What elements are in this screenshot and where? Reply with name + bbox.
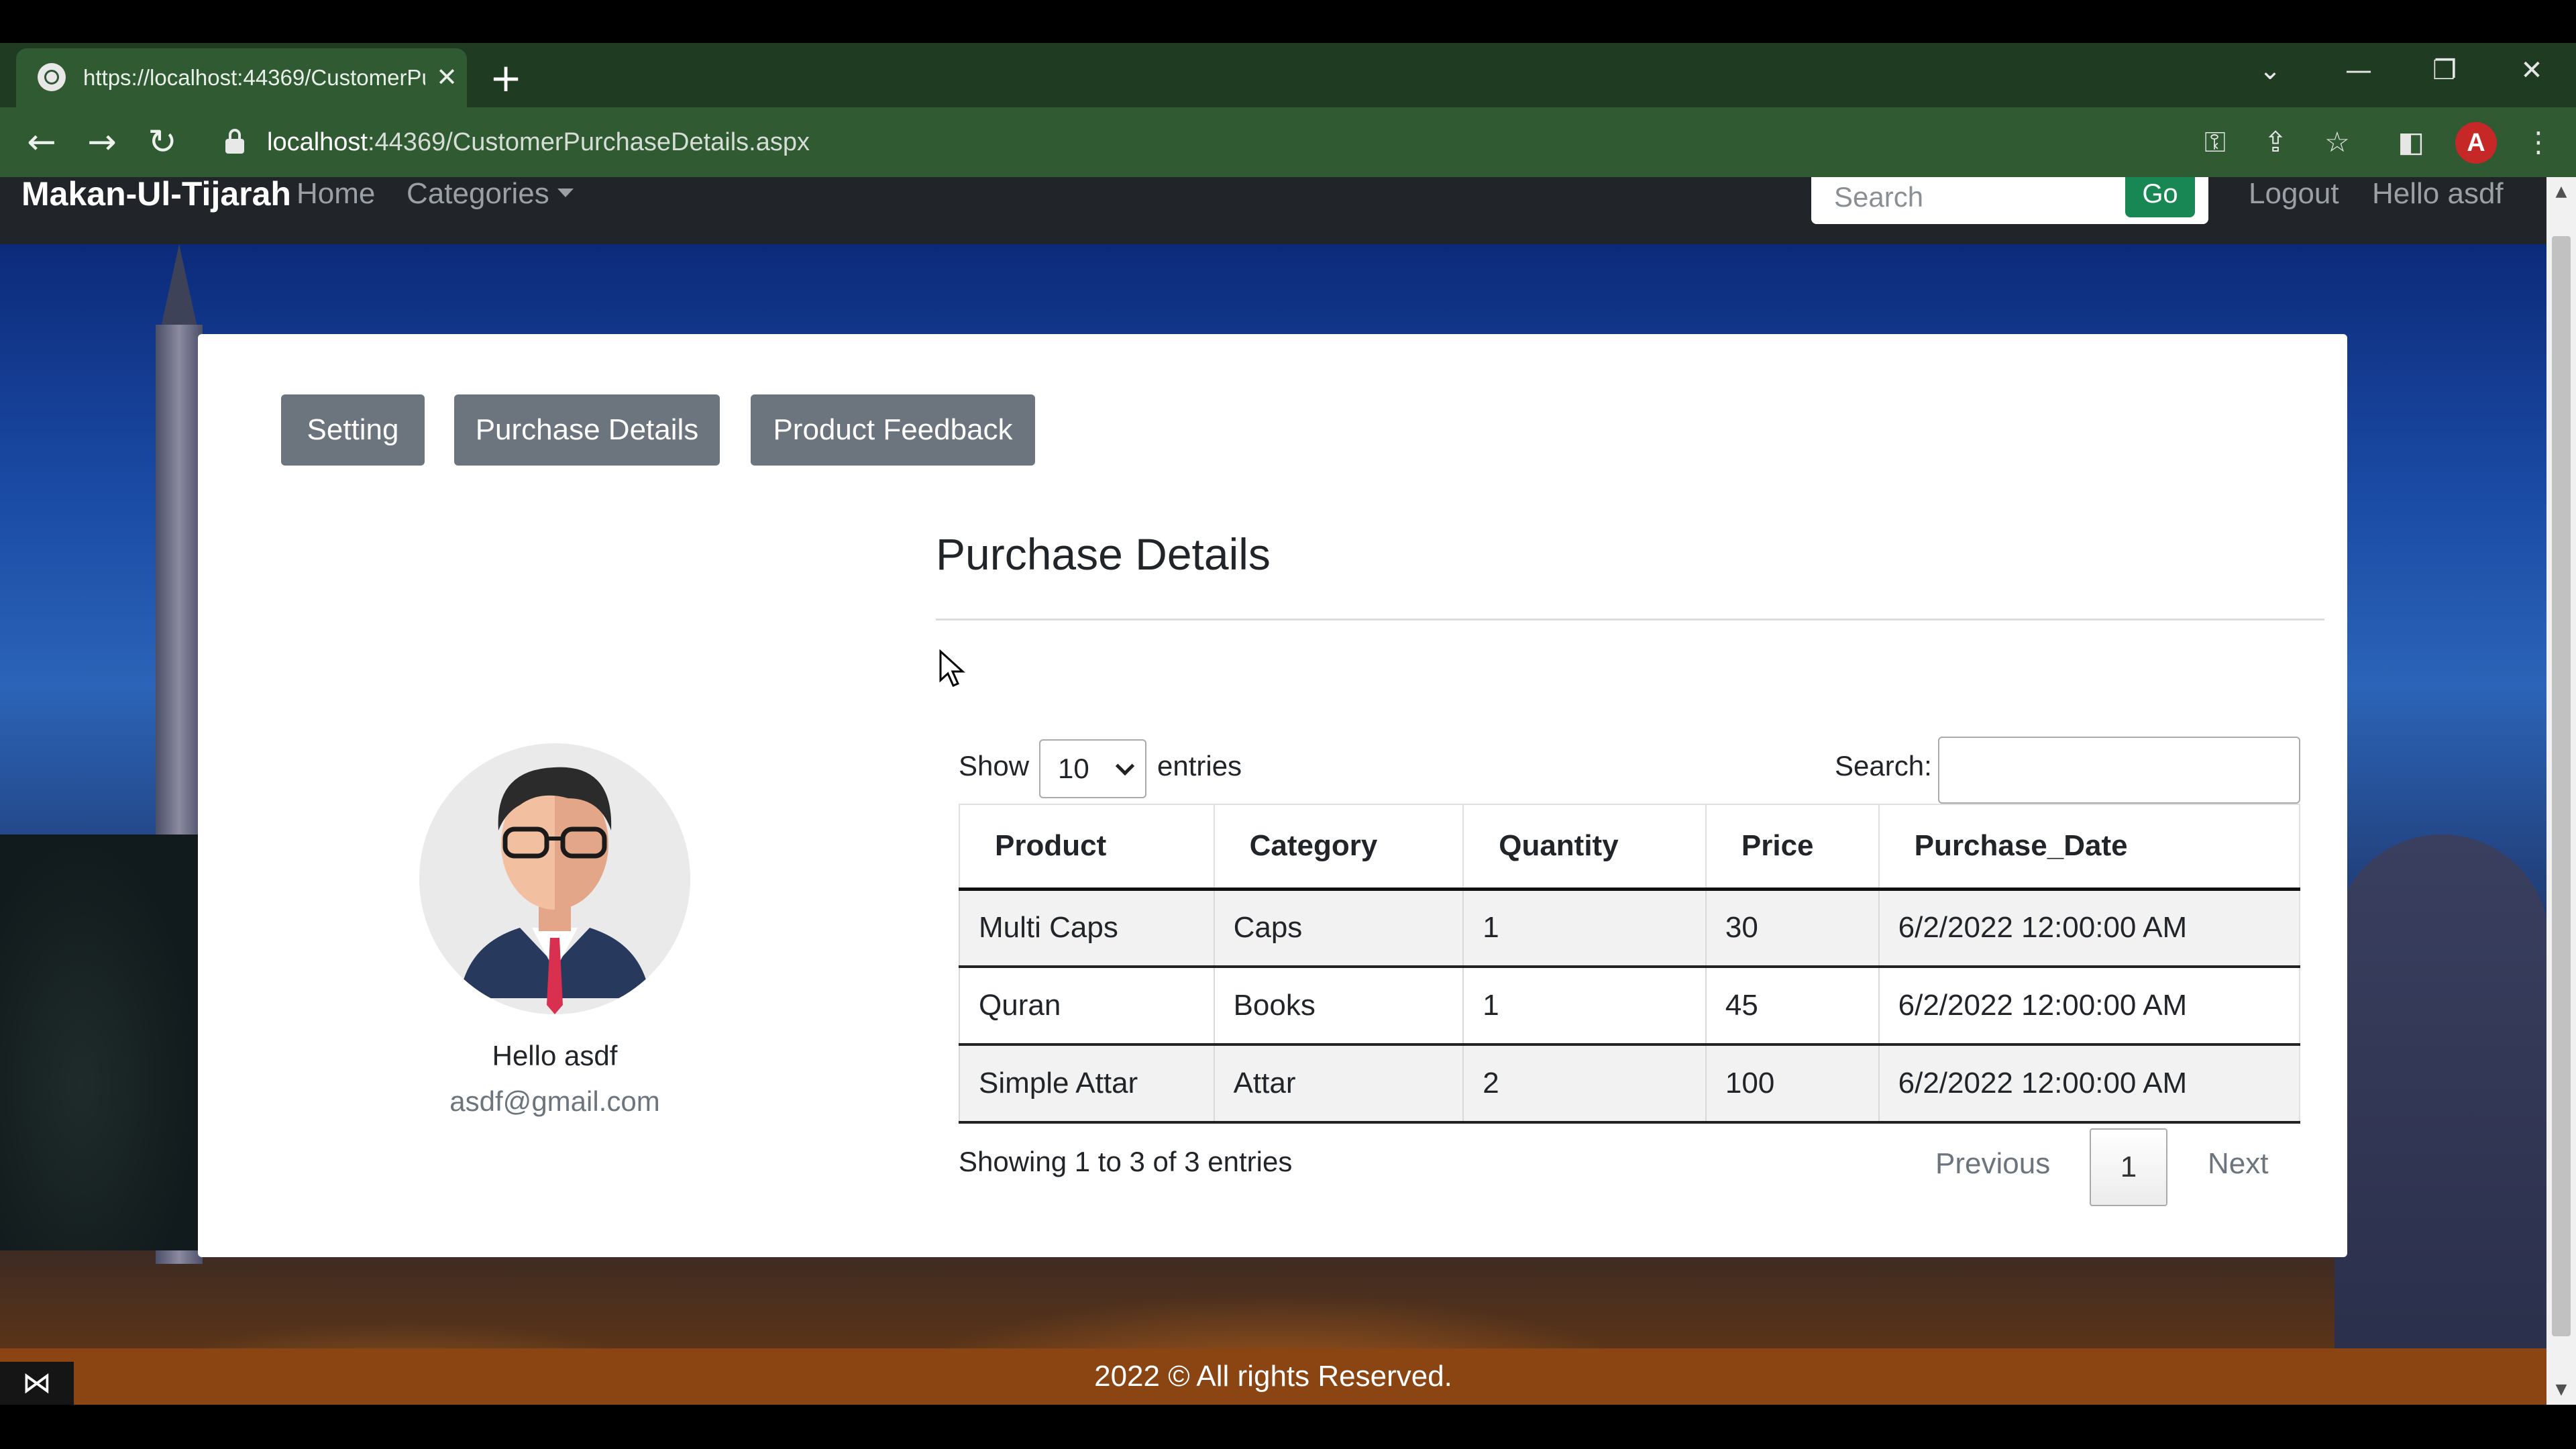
nav-search-input[interactable] (1811, 177, 2127, 224)
entries-select-value: 10 (1058, 753, 1089, 784)
trees-decoration (0, 835, 201, 1250)
table-row: Quran Books 1 45 6/2/2022 12:00:00 AM (959, 967, 2301, 1046)
site-navbar: Makan-Ul-Tijarah Home Categories Go Logo… (0, 177, 2546, 244)
purchase-details-button[interactable]: Purchase Details (454, 394, 720, 466)
cell-quantity: 1 (1462, 967, 1706, 1046)
table-row: Multi Caps Caps 1 30 6/2/2022 12:00:00 A… (959, 889, 2301, 968)
nav-categories-label: Categories (407, 177, 549, 210)
share-icon[interactable]: ⇪ (2254, 119, 2297, 165)
page-viewport: Makan-Ul-Tijarah Home Categories Go Logo… (0, 177, 2546, 1405)
restore-icon[interactable]: ❐ (2411, 47, 2478, 94)
cell-purchase-date: 6/2/2022 12:00:00 AM (1878, 1044, 2301, 1124)
tab-title: https://localhost:44369/CustomerPurchase… (83, 65, 425, 90)
back-icon[interactable]: ← (15, 114, 68, 170)
column-header-category[interactable]: Category (1213, 804, 1464, 891)
caret-down-icon (557, 188, 574, 197)
table-header-row: Product Category Quantity Price Purchase… (959, 804, 2301, 891)
chevron-down-icon (1115, 756, 1135, 776)
pagination-page-1[interactable]: 1 (2090, 1128, 2167, 1206)
logout-link[interactable]: Logout (2249, 177, 2339, 244)
go-button[interactable]: Go (2125, 177, 2195, 217)
scroll-up-icon[interactable]: ▲ (2546, 177, 2576, 207)
window-close-icon[interactable]: ✕ (2498, 47, 2565, 94)
brand-logo[interactable]: Makan-Ul-Tijarah (21, 177, 291, 244)
cell-quantity: 2 (1462, 1044, 1706, 1124)
tab-close-icon[interactable]: ✕ (432, 62, 462, 94)
cell-category: Attar (1213, 1044, 1464, 1124)
new-tab-button[interactable]: + (486, 58, 526, 98)
cell-product: Multi Caps (959, 889, 1214, 968)
table-search-label: Search: (1835, 750, 1932, 782)
cell-quantity: 1 (1462, 889, 1706, 968)
scroll-down-icon[interactable]: ▼ (2546, 1375, 2576, 1405)
content-card: Setting Purchase Details Product Feedbac… (198, 334, 2347, 1257)
cell-category: Books (1213, 967, 1464, 1046)
product-feedback-button[interactable]: Product Feedback (751, 394, 1035, 466)
url-text[interactable]: localhost:44369/CustomerPurchaseDetails.… (267, 122, 810, 162)
nav-search-group: Go (1811, 177, 2208, 224)
pagination-previous[interactable]: Previous (1935, 1147, 2050, 1181)
globe-icon (38, 63, 66, 91)
entries-label: entries (1157, 750, 1242, 782)
column-header-price[interactable]: Price (1705, 804, 1879, 891)
url-path: :44369/CustomerPurchaseDetails.aspx (367, 128, 810, 156)
setting-button[interactable]: Setting (281, 394, 425, 466)
tab-search-chevron-icon[interactable]: ⌄ (2237, 47, 2304, 94)
visual-studio-icon[interactable]: ⋈ (0, 1362, 74, 1405)
table-row: Simple Attar Attar 2 100 6/2/2022 12:00:… (959, 1044, 2301, 1124)
reload-icon[interactable]: ↻ (136, 114, 189, 170)
star-icon[interactable]: ☆ (2316, 119, 2359, 165)
lock-icon[interactable] (225, 129, 244, 154)
sidepanel-icon[interactable]: ◧ (2390, 119, 2432, 165)
column-header-purchase-date[interactable]: Purchase_Date (1878, 804, 2301, 891)
cell-product: Simple Attar (959, 1044, 1214, 1124)
profile-email: asdf@gmail.com (449, 1085, 660, 1117)
browser-tab[interactable]: https://localhost:44369/CustomerPurchase… (16, 48, 467, 107)
table-info: Showing 1 to 3 of 3 entries (959, 1146, 1293, 1177)
column-header-quantity[interactable]: Quantity (1462, 804, 1706, 891)
table-search-input[interactable] (1938, 737, 2300, 804)
forward-icon[interactable]: → (75, 114, 129, 170)
user-greeting[interactable]: Hello asdf (2372, 177, 2504, 244)
page-scrollbar[interactable]: ▲ ▼ (2546, 177, 2576, 1405)
key-icon[interactable]: ⚿ (2194, 119, 2237, 165)
cell-price: 45 (1705, 967, 1879, 1046)
scrollbar-thumb[interactable] (2552, 236, 2571, 1336)
cell-product: Quran (959, 967, 1214, 1046)
pagination-next[interactable]: Next (2208, 1147, 2268, 1181)
nav-categories[interactable]: Categories (407, 177, 574, 244)
entries-select[interactable]: 10 (1039, 739, 1146, 798)
avatar (419, 743, 690, 1014)
profile-avatar[interactable]: A (2455, 122, 2497, 164)
cell-purchase-date: 6/2/2022 12:00:00 AM (1878, 889, 2301, 968)
nav-home[interactable]: Home (297, 177, 375, 244)
minimize-icon[interactable]: — (2325, 47, 2392, 94)
cell-purchase-date: 6/2/2022 12:00:00 AM (1878, 967, 2301, 1046)
purchase-table: Product Category Quantity Price Purchase… (959, 804, 2301, 1124)
site-footer: 2022 © All rights Reserved. (0, 1348, 2546, 1405)
divider (936, 619, 2324, 621)
cell-category: Caps (1213, 889, 1464, 968)
page-title: Purchase Details (936, 529, 1271, 579)
url-host: localhost (267, 128, 368, 156)
show-label: Show (959, 750, 1030, 782)
column-header-product[interactable]: Product (959, 804, 1214, 891)
mosque-decoration (2334, 835, 2546, 1371)
cell-price: 100 (1705, 1044, 1879, 1124)
profile-hello: Hello asdf (492, 1040, 618, 1071)
mouse-cursor-icon (939, 649, 965, 687)
menu-icon[interactable]: ⋮ (2517, 119, 2560, 165)
cell-price: 30 (1705, 889, 1879, 968)
